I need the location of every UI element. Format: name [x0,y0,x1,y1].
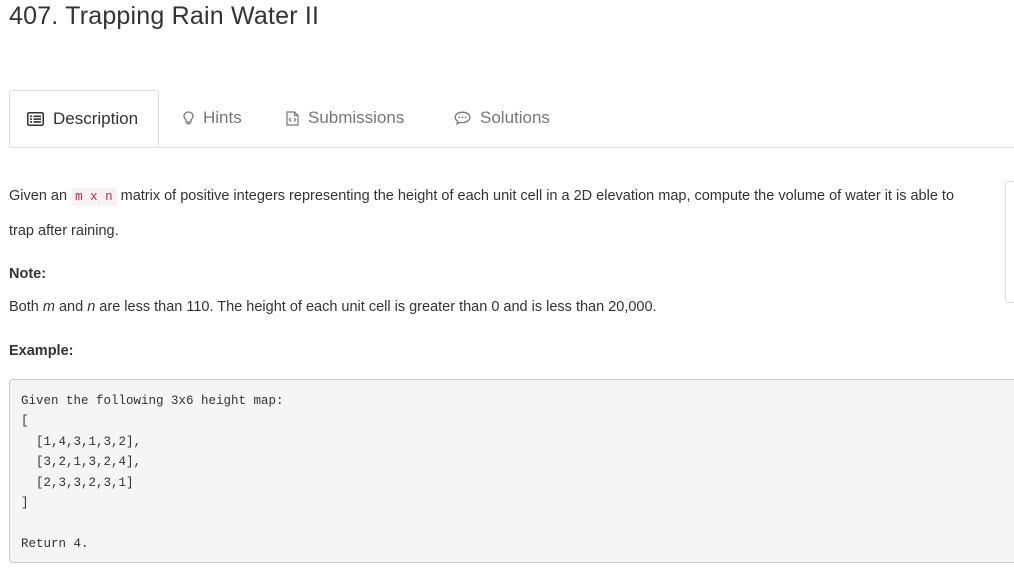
comment-icon [454,111,471,125]
tab-description[interactable]: Description [9,90,159,147]
side-panel-edge [1005,181,1014,303]
tab-bar: Description Hints Submissions Solutions [9,90,1014,148]
tab-solutions-label: Solutions [480,108,550,127]
note-var-m: m [42,299,55,315]
tab-hints[interactable]: Hints [183,90,242,146]
description-text: Given an [9,188,72,204]
note-text-both: Both [9,299,43,315]
note-heading: Note: [9,266,47,282]
tab-hints-label: Hints [203,108,242,127]
tab-solutions[interactable]: Solutions [454,90,550,146]
tab-description-label: Description [53,108,139,128]
inline-code-dimensions: m x n [71,188,117,206]
list-alt-icon [27,111,44,126]
note-text: Both m and n are less than 110. The heig… [9,299,657,315]
description-line-2: trap after raining. [9,223,119,239]
lightbulb-icon [183,110,194,126]
description-line-1: Given an m x n matrix of positive intege… [9,188,955,206]
note-text-and: and [54,299,88,315]
tab-submissions-label: Submissions [308,108,405,127]
page-title: 407. Trapping Rain Water II [9,2,320,30]
example-heading: Example: [9,343,74,359]
description-text-cont: matrix of positive integers representing… [116,188,955,204]
tab-submissions[interactable]: Submissions [286,90,404,146]
file-code-icon [286,110,299,126]
example-code-block: Given the following 3x6 height map: [ [1… [9,379,1014,563]
note-text-rest: are less than 110. The height of each un… [95,299,657,315]
